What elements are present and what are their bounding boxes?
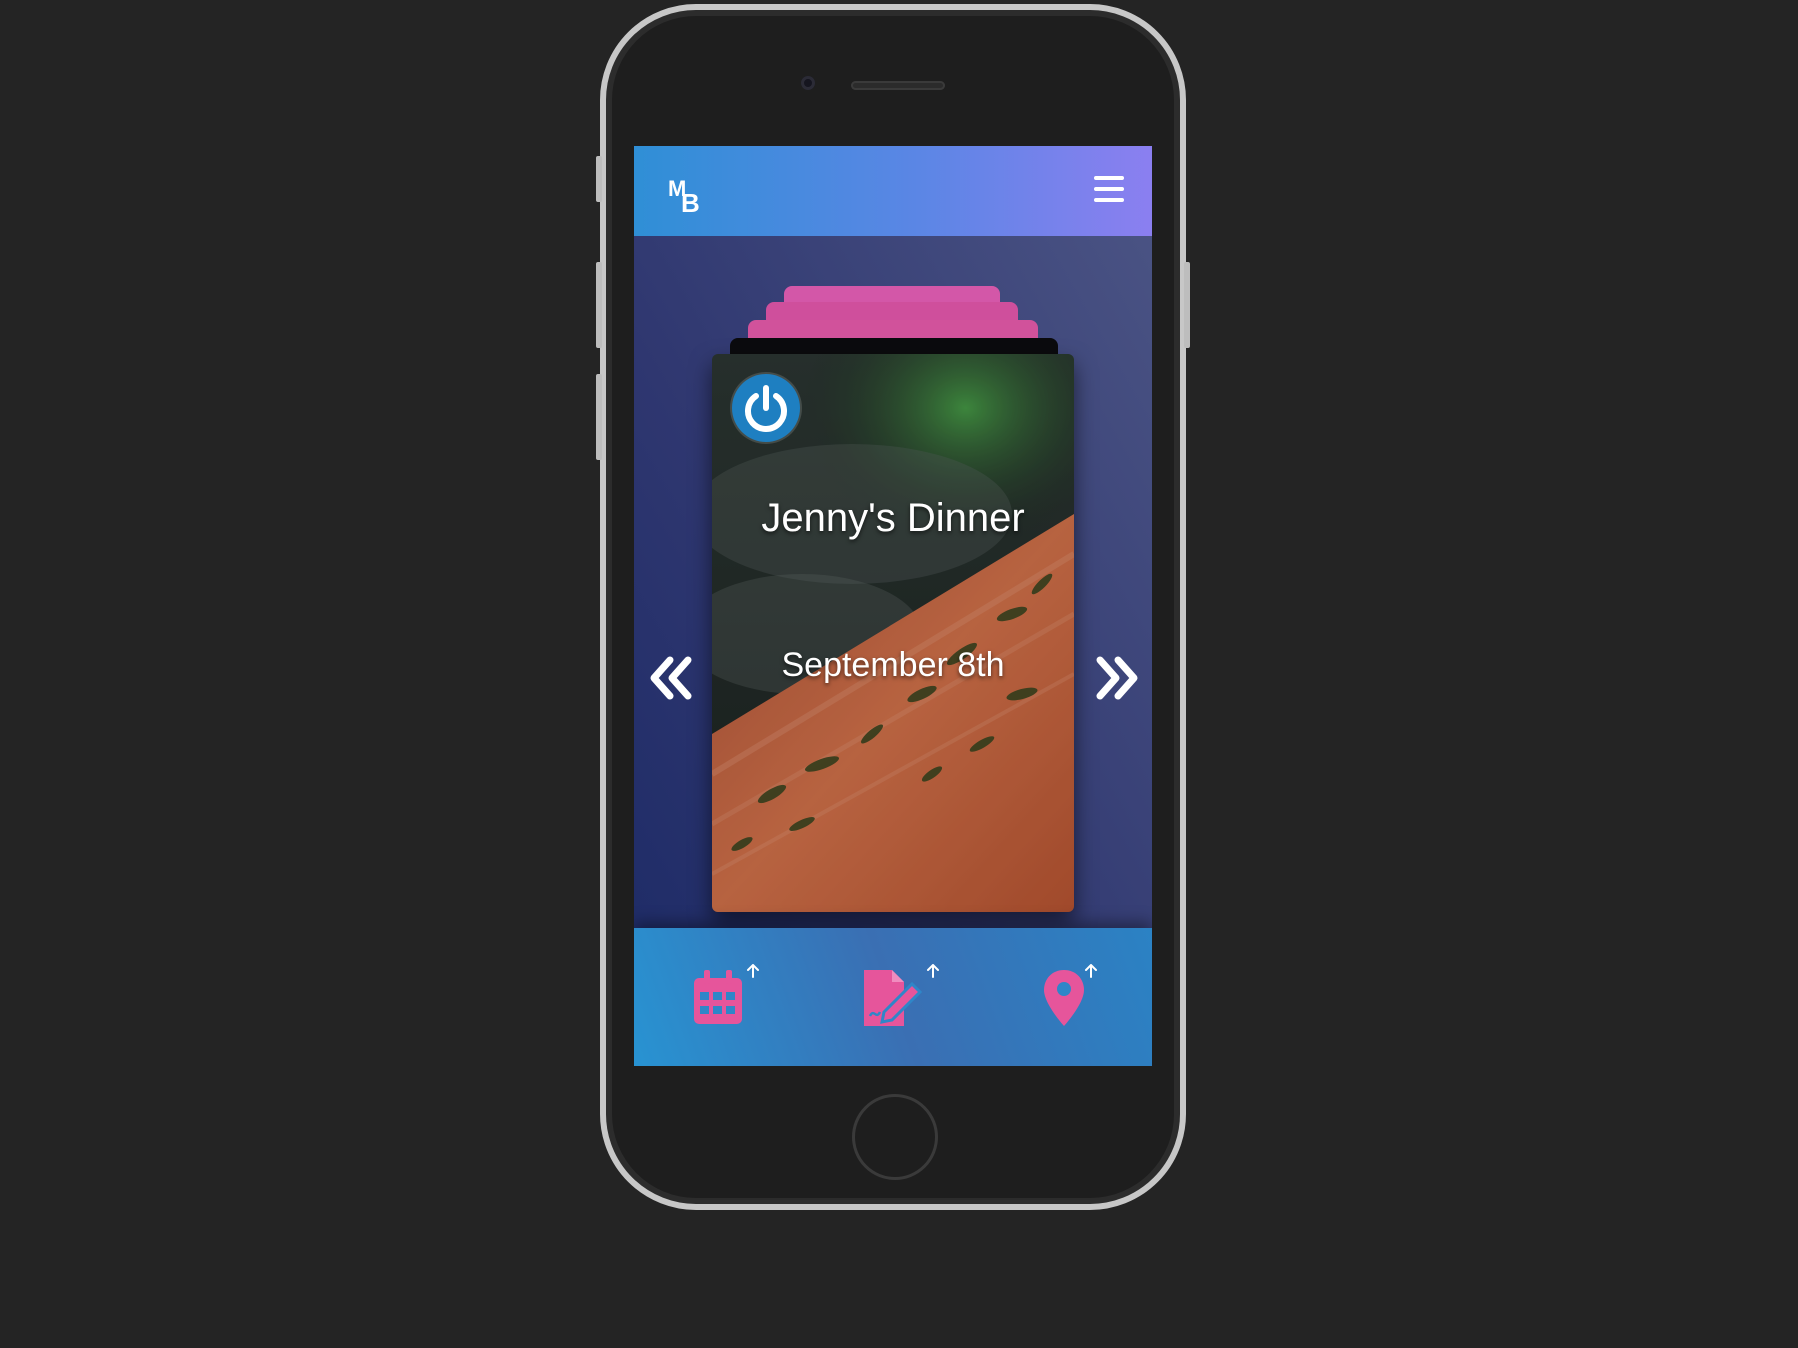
menu-line [1094, 176, 1124, 180]
power-side-button [1184, 262, 1190, 348]
menu-line [1094, 187, 1124, 191]
double-chevron-left-icon[interactable] [646, 654, 696, 702]
camera-icon [801, 76, 815, 90]
top-bar: M B [634, 146, 1152, 236]
speaker-grille [851, 81, 945, 90]
mute-switch [596, 156, 602, 202]
document-edit-icon [864, 970, 923, 1026]
power-icon[interactable] [732, 374, 800, 442]
logo-letter-b: B [681, 188, 700, 218]
event-card[interactable]: Jenny's Dinner September 8th [712, 354, 1074, 912]
arrow-up-icon [1085, 964, 1097, 978]
stacked-card[interactable] [748, 320, 1038, 338]
app-screen: M B Jenny's Dinner September 8th [634, 146, 1152, 1066]
volume-up-button [596, 262, 602, 348]
event-date: September 8th [781, 646, 1005, 684]
power-glyph [745, 385, 787, 432]
arrow-up-icon [927, 964, 939, 978]
double-chevron-right-icon[interactable] [1092, 654, 1142, 702]
menu-line [1094, 198, 1124, 202]
volume-down-button [596, 374, 602, 460]
document-edit-tab[interactable] [862, 964, 942, 1028]
map-pin-tab[interactable] [1042, 964, 1122, 1028]
stage: M B Jenny's Dinner September 8th [0, 0, 1798, 1348]
app-logo[interactable]: M B [668, 176, 708, 218]
calendar-tab[interactable] [692, 964, 772, 1028]
stacked-card[interactable] [766, 302, 1018, 320]
event-title: Jenny's Dinner [761, 496, 1025, 540]
arrow-up-icon [747, 964, 759, 978]
map-pin-icon [1044, 970, 1084, 1026]
home-button[interactable] [852, 1094, 938, 1180]
bottom-nav [634, 928, 1152, 1066]
hamburger-icon[interactable] [1094, 176, 1124, 204]
calendar-icon [694, 970, 742, 1024]
